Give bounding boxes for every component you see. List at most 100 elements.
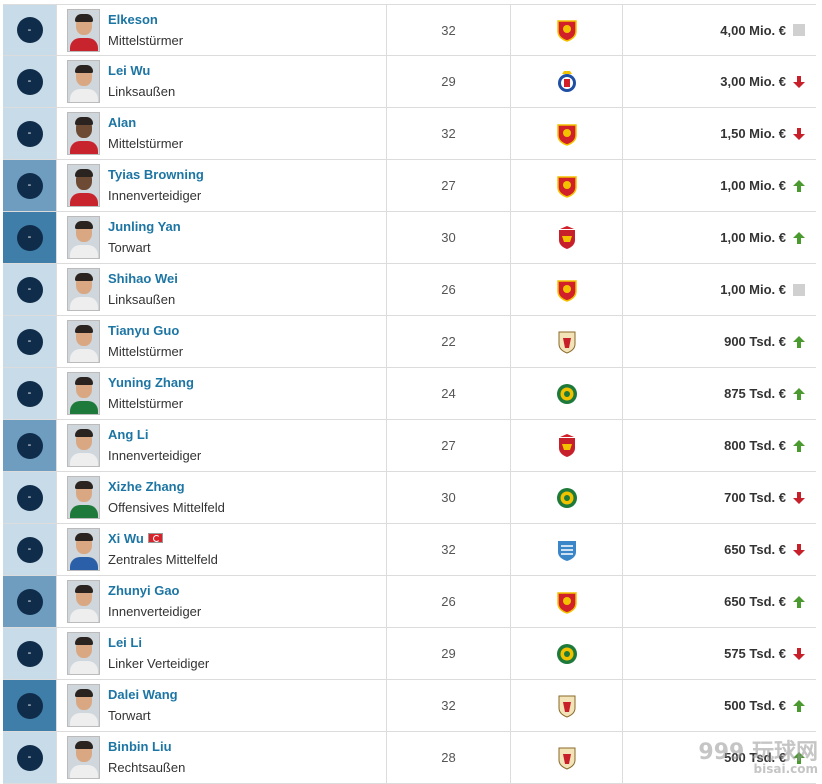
market-value-cell: 575 Tsd. €	[623, 628, 816, 679]
player-age: 32	[441, 126, 456, 141]
beijing-guoan-crest[interactable]	[556, 382, 578, 406]
table-row: - Tyias Browning Innenverteidiger 27 1,00 Mi…	[3, 160, 816, 212]
guangzhou-crest[interactable]	[556, 278, 578, 302]
position-cell: -	[3, 56, 57, 107]
club-cell	[511, 524, 623, 575]
position-badge: -	[16, 120, 43, 147]
market-value-link[interactable]: 800 Tsd. €	[724, 438, 786, 453]
age-cell: 30	[387, 472, 511, 523]
table-row: - Binbin Liu Rechtsaußen 28 500 Tsd. €	[3, 732, 816, 784]
player-photo[interactable]	[67, 528, 100, 571]
player-cell: Tianyu Guo Mittelstürmer	[57, 316, 387, 367]
table-row: - Lei Wu Linksaußen 29 3,00 Mio. €	[3, 56, 816, 108]
market-value-cell: 875 Tsd. €	[623, 368, 816, 419]
club-cell	[511, 108, 623, 159]
market-value-cell: 1,50 Mio. €	[623, 108, 816, 159]
table-row: - Junling Yan Torwart 30 1,00 Mio. €	[3, 212, 816, 264]
position-badge: -	[16, 224, 43, 251]
age-cell: 22	[387, 316, 511, 367]
position-cell: -	[3, 420, 57, 471]
guangzhou-crest[interactable]	[556, 590, 578, 614]
trend-down-icon	[792, 543, 806, 557]
shandong-crest[interactable]	[556, 330, 578, 354]
beijing-guoan-crest[interactable]	[556, 486, 578, 510]
position-cell: -	[3, 732, 57, 783]
shanghai-port-crest[interactable]	[556, 225, 578, 250]
player-photo[interactable]	[67, 684, 100, 727]
position-cell: -	[3, 628, 57, 679]
table-row: - Dalei Wang Torwart 32 500 Tsd. €	[3, 680, 816, 732]
player-photo[interactable]	[67, 476, 100, 519]
player-photo[interactable]	[67, 580, 100, 623]
player-photo[interactable]	[67, 632, 100, 675]
player-photo[interactable]	[67, 60, 100, 103]
player-position-text: Innenverteidiger	[108, 448, 202, 463]
market-value-link[interactable]: 650 Tsd. €	[724, 542, 786, 557]
market-value-link[interactable]: 900 Tsd. €	[724, 334, 786, 349]
trend-up-icon	[792, 179, 806, 193]
guangzhou-crest[interactable]	[556, 174, 578, 198]
guangzhou-crest[interactable]	[556, 18, 578, 42]
market-value-link[interactable]: 1,50 Mio. €	[720, 126, 786, 141]
market-value-link[interactable]: 575 Tsd. €	[724, 646, 786, 661]
position-cell: -	[3, 576, 57, 627]
player-cell: Lei Li Linker Verteidiger	[57, 628, 387, 679]
position-cell: -	[3, 472, 57, 523]
age-cell: 26	[387, 576, 511, 627]
market-value-link[interactable]: 700 Tsd. €	[724, 490, 786, 505]
shanghai-port-crest[interactable]	[556, 433, 578, 458]
trend-unchanged-icon	[792, 283, 806, 297]
market-value-link[interactable]: 500 Tsd. €	[724, 698, 786, 713]
market-value-link[interactable]: 1,00 Mio. €	[720, 282, 786, 297]
player-age: 26	[441, 594, 456, 609]
club-cell	[511, 212, 623, 263]
position-badge: -	[16, 588, 43, 615]
player-position-text: Offensives Mittelfeld	[108, 500, 225, 515]
guangzhou-crest[interactable]	[556, 122, 578, 146]
position-badge: -	[16, 276, 43, 303]
market-value-link[interactable]: 1,00 Mio. €	[720, 230, 786, 245]
player-photo[interactable]	[67, 9, 100, 52]
club-cell	[511, 5, 623, 55]
player-cell: Yuning Zhang Mittelstürmer	[57, 368, 387, 419]
trend-down-icon	[792, 647, 806, 661]
player-photo[interactable]	[67, 268, 100, 311]
shandong-crest[interactable]	[556, 746, 578, 770]
player-position-text: Linker Verteidiger	[108, 656, 210, 671]
beijing-guoan-crest[interactable]	[556, 642, 578, 666]
position-badge: -	[16, 328, 43, 355]
espanyol-crest[interactable]	[556, 70, 578, 94]
player-photo[interactable]	[67, 112, 100, 155]
player-photo[interactable]	[67, 216, 100, 259]
player-age: 22	[441, 334, 456, 349]
player-age: 27	[441, 438, 456, 453]
table-row: - Elkeson Mittelstürmer 32 4,00 Mio. €	[3, 4, 816, 56]
market-value-link[interactable]: 1,00 Mio. €	[720, 178, 786, 193]
market-value-cell: 500 Tsd. €	[623, 680, 816, 731]
market-value-cell: 1,00 Mio. €	[623, 212, 816, 263]
watermark: 999 玩球网 bisai.com	[698, 734, 818, 776]
shanghai-shenhua-crest[interactable]	[556, 538, 578, 562]
market-value-link[interactable]: 875 Tsd. €	[724, 386, 786, 401]
position-cell: -	[3, 108, 57, 159]
trend-unchanged-icon	[792, 23, 806, 37]
player-photo[interactable]	[67, 372, 100, 415]
market-value-link[interactable]: 650 Tsd. €	[724, 594, 786, 609]
market-value-link[interactable]: 3,00 Mio. €	[720, 74, 786, 89]
position-badge: -	[16, 536, 43, 563]
player-photo[interactable]	[67, 320, 100, 363]
player-age: 32	[441, 22, 456, 38]
market-value-link[interactable]: 4,00 Mio. €	[720, 23, 786, 38]
club-cell	[511, 56, 623, 107]
player-photo[interactable]	[67, 164, 100, 207]
position-badge: -	[16, 172, 43, 199]
player-photo[interactable]	[67, 736, 100, 779]
player-position-text: Innenverteidiger	[108, 188, 202, 203]
player-photo[interactable]	[67, 424, 100, 467]
player-cell: Alan Mittelstürmer	[57, 108, 387, 159]
market-value-cell: 900 Tsd. €	[623, 316, 816, 367]
position-badge: -	[16, 380, 43, 407]
shandong-crest[interactable]	[556, 694, 578, 718]
player-cell: Xi Wu Zentrales Mittelfeld	[57, 524, 387, 575]
position-badge: -	[16, 17, 43, 43]
